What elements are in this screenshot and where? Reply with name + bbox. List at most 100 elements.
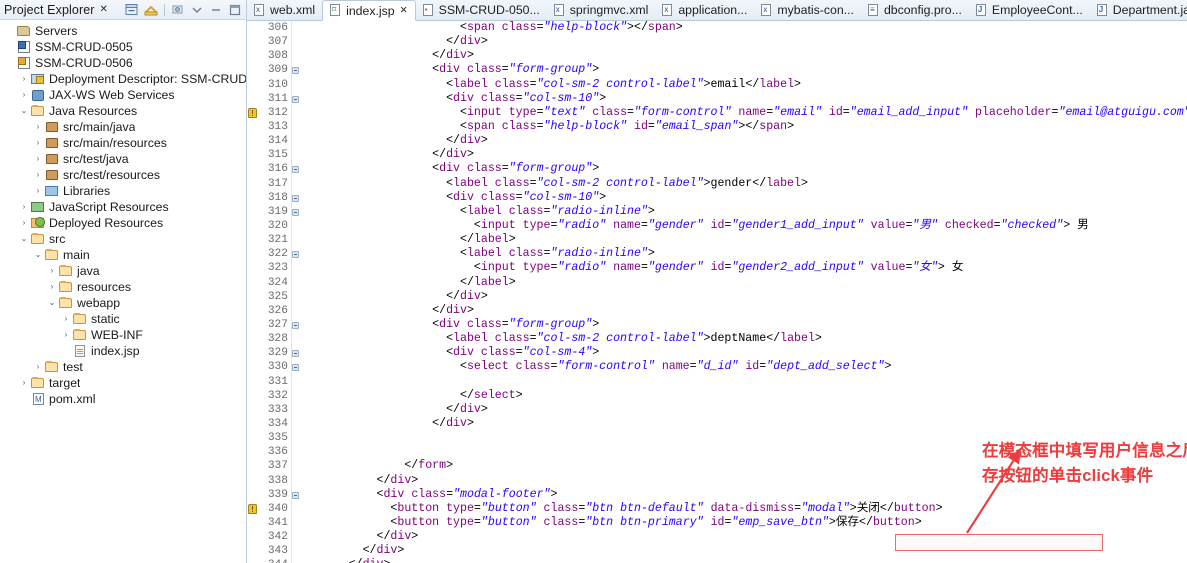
code-line[interactable]: <div class="col-sm-10">: [293, 191, 1187, 205]
editor-tab-springmvc-xml[interactable]: springmvc.xml: [547, 0, 656, 20]
tree-item-java-resources[interactable]: ⌄ Java Resources: [0, 103, 246, 119]
code-line[interactable]: <span class="help-block"></span>: [293, 21, 1187, 35]
editor-tab-index-jsp[interactable]: index.jsp ✕: [322, 0, 416, 21]
editor-tab-employeecont[interactable]: EmployeeCont...: [969, 0, 1090, 20]
editor-tab-web-xml[interactable]: web.xml: [247, 0, 322, 20]
ws-icon: [30, 87, 46, 103]
code-line[interactable]: </div>: [293, 134, 1187, 148]
code-line[interactable]: <input type="radio" name="gender" id="ge…: [293, 219, 1187, 233]
tree-item-servers[interactable]: Servers: [0, 23, 246, 39]
tree-item-main[interactable]: ⌄ main: [0, 247, 246, 263]
view-menu-chevron-down-icon[interactable]: [189, 2, 205, 18]
tree-item-test[interactable]: › test: [0, 359, 246, 375]
tree-item-src-test-java[interactable]: › src/test/java: [0, 151, 246, 167]
proj-warn-icon: [16, 55, 32, 71]
tree-item-deployment-descriptor-ssm-crud-0506[interactable]: › Deployment Descriptor: SSM-CRUD-0506: [0, 71, 246, 87]
chevron-down-icon[interactable]: ⌄: [32, 247, 44, 263]
code-line[interactable]: <label class="col-sm-2 control-label">em…: [293, 78, 1187, 92]
tree-item-ssm-crud-0505[interactable]: SSM-CRUD-0505: [0, 39, 246, 55]
tree-item-label: src: [49, 232, 66, 246]
tree-item-resources[interactable]: › resources: [0, 279, 246, 295]
code-line[interactable]: <div class="form-group">: [293, 63, 1187, 77]
chevron-right-icon[interactable]: ›: [32, 151, 44, 167]
tree-item-src-main-java[interactable]: › src/main/java: [0, 119, 246, 135]
chevron-right-icon[interactable]: ›: [60, 327, 72, 343]
editor-tab-application[interactable]: application...: [655, 0, 754, 20]
code-line[interactable]: <input type="text" class="form-control" …: [293, 106, 1187, 120]
code-line[interactable]: </div>: [293, 49, 1187, 63]
code-line[interactable]: <div class="col-sm-10">: [293, 92, 1187, 106]
minimize-icon[interactable]: [208, 2, 224, 18]
chevron-down-icon[interactable]: ⌄: [18, 103, 30, 119]
code-line[interactable]: <select class="form-control" name="d_id"…: [293, 360, 1187, 374]
tree-item-java[interactable]: › java: [0, 263, 246, 279]
code-line[interactable]: <div class="col-sm-4">: [293, 346, 1187, 360]
chevron-right-icon[interactable]: ›: [18, 375, 30, 391]
chevron-right-icon[interactable]: ›: [18, 215, 30, 231]
code-line[interactable]: <button type="button" class="btn btn-pri…: [293, 516, 1187, 530]
chevron-right-icon[interactable]: ›: [32, 167, 44, 183]
code-line[interactable]: <div class="form-group">: [293, 162, 1187, 176]
chevron-down-icon[interactable]: ⌄: [46, 295, 58, 311]
chevron-right-icon[interactable]: ›: [32, 359, 44, 375]
code-editor[interactable]: 3063073083093103113123133143153163173183…: [247, 21, 1187, 563]
tab-close-icon[interactable]: ✕: [400, 5, 408, 16]
code-line[interactable]: <button type="button" class="btn btn-def…: [293, 502, 1187, 516]
editor-tab-department-java[interactable]: Department.java: [1090, 0, 1187, 20]
tree-item-index-jsp[interactable]: index.jsp: [0, 343, 246, 359]
collapse-all-icon[interactable]: [124, 2, 140, 18]
focus-on-active-task-icon[interactable]: [170, 2, 186, 18]
chevron-right-icon[interactable]: ›: [18, 199, 30, 215]
code-line[interactable]: </div>: [293, 558, 1187, 563]
warning-marker-icon[interactable]: [248, 107, 257, 121]
code-line[interactable]: </label>: [293, 233, 1187, 247]
chevron-right-icon[interactable]: ›: [46, 263, 58, 279]
code-line[interactable]: </div>: [293, 35, 1187, 49]
view-close-icon[interactable]: ✕: [100, 4, 108, 15]
tree-item-src[interactable]: ⌄ src: [0, 231, 246, 247]
code-line[interactable]: </div>: [293, 290, 1187, 304]
tree-item-deployed-resources[interactable]: › Deployed Resources: [0, 215, 246, 231]
code-line[interactable]: [293, 375, 1187, 389]
editor-tab-dbconfig-pro[interactable]: dbconfig.pro...: [861, 0, 969, 20]
chevron-right-icon[interactable]: ›: [32, 183, 44, 199]
chevron-right-icon[interactable]: ›: [60, 311, 72, 327]
chevron-down-icon[interactable]: ⌄: [18, 231, 30, 247]
link-with-editor-icon[interactable]: [143, 2, 159, 18]
chevron-right-icon[interactable]: ›: [18, 87, 30, 103]
code-line[interactable]: </div>: [293, 403, 1187, 417]
maximize-icon[interactable]: [227, 2, 243, 18]
tree-item-static[interactable]: › static: [0, 311, 246, 327]
code-line[interactable]: </div>: [293, 148, 1187, 162]
warning-marker-icon[interactable]: [248, 503, 257, 517]
tree-item-src-main-resources[interactable]: › src/main/resources: [0, 135, 246, 151]
chevron-right-icon[interactable]: ›: [18, 71, 30, 87]
tree-item-web-inf[interactable]: › WEB-INF: [0, 327, 246, 343]
code-line[interactable]: <div class="form-group">: [293, 318, 1187, 332]
editor-tab-ssm-crud-050[interactable]: SSM-CRUD-050...: [416, 0, 547, 20]
code-line[interactable]: <div class="modal-footer">: [293, 488, 1187, 502]
chevron-right-icon[interactable]: ›: [46, 279, 58, 295]
code-line[interactable]: <input type="radio" name="gender" id="ge…: [293, 261, 1187, 275]
chevron-right-icon[interactable]: ›: [32, 135, 44, 151]
tree-item-src-test-resources[interactable]: › src/test/resources: [0, 167, 246, 183]
editor-tab-mybatis-con[interactable]: mybatis-con...: [754, 0, 861, 20]
code-line[interactable]: </select>: [293, 389, 1187, 403]
tree-item-libraries[interactable]: › Libraries: [0, 183, 246, 199]
tree-item-target[interactable]: › target: [0, 375, 246, 391]
code-line[interactable]: <span class="help-block" id="email_span"…: [293, 120, 1187, 134]
code-line[interactable]: </div>: [293, 304, 1187, 318]
tree-item-pom-xml[interactable]: pom.xml: [0, 391, 246, 407]
code-line[interactable]: <label class="radio-inline">: [293, 247, 1187, 261]
code-line[interactable]: <label class="radio-inline">: [293, 205, 1187, 219]
file-jsp-icon: [72, 343, 88, 359]
code-line[interactable]: </label>: [293, 276, 1187, 290]
tree-item-webapp[interactable]: ⌄ webapp: [0, 295, 246, 311]
chevron-right-icon[interactable]: ›: [32, 119, 44, 135]
code-line[interactable]: </div>: [293, 417, 1187, 431]
tree-item-ssm-crud-0506[interactable]: SSM-CRUD-0506: [0, 55, 246, 71]
code-line[interactable]: <label class="col-sm-2 control-label">de…: [293, 332, 1187, 346]
tree-item-javascript-resources[interactable]: › JavaScript Resources: [0, 199, 246, 215]
tree-item-jax-ws-web-services[interactable]: › JAX-WS Web Services: [0, 87, 246, 103]
code-line[interactable]: <label class="col-sm-2 control-label">ge…: [293, 177, 1187, 191]
